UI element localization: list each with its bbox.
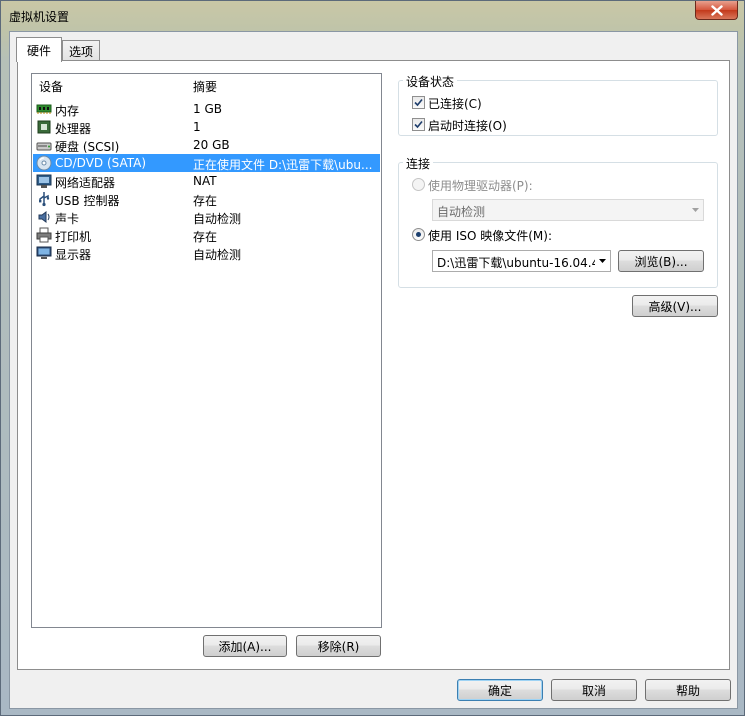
iso-image-radio[interactable] (412, 228, 425, 241)
ok-button[interactable]: 确定 (457, 679, 543, 701)
device-summary: 1 (193, 120, 201, 134)
device-list-header: 设备 摘要 (32, 74, 381, 94)
physical-drive-select[interactable]: 自动检测 (432, 199, 704, 221)
cancel-button-label: 取消 (581, 683, 606, 698)
device-summary: 自动检测 (193, 212, 242, 226)
connect-at-power-on-label[interactable]: 启动时连接(O) (428, 117, 507, 134)
browse-button-label: 浏览(B)... (634, 254, 688, 269)
remove-hardware-button[interactable]: 移除(R) (296, 635, 381, 657)
checkmark-icon (414, 98, 423, 107)
memory-icon (36, 104, 52, 114)
radio-selected-dot (416, 232, 421, 237)
sound-card-icon (38, 211, 50, 223)
device-name: 内存 (55, 104, 80, 118)
iso-image-label[interactable]: 使用 ISO 映像文件(M): (428, 227, 552, 244)
cd-dvd-icon (36, 155, 52, 171)
help-button-label: 帮助 (675, 683, 700, 698)
device-summary: NAT (193, 174, 217, 188)
device-name: 显示器 (55, 248, 92, 262)
remove-button-label: 移除(R) (317, 639, 360, 654)
device-row-usb-controller[interactable]: USB 控制器 存在 (33, 190, 380, 208)
iso-path-combobox[interactable]: D:\迅雷下载\ubuntu-16.04.4 (432, 250, 611, 272)
cancel-button[interactable]: 取消 (551, 679, 637, 701)
device-row-cd-dvd[interactable]: CD/DVD (SATA) 正在使用文件 D:\迅雷下载\ubu... (33, 154, 380, 172)
device-name: 硬盘 (SCSI) (55, 140, 120, 154)
connection-title: 连接 (403, 155, 434, 172)
network-adapter-icon (36, 174, 52, 188)
harddisk-icon (36, 142, 52, 151)
usb-icon (39, 192, 50, 207)
device-summary: 自动检测 (193, 248, 242, 262)
device-row-network-adapter[interactable]: 网络适配器 NAT (33, 172, 380, 190)
tab-hardware-label: 硬件 (26, 43, 51, 58)
title-bar[interactable]: 虚拟机设置 (1, 1, 744, 31)
window-title: 虚拟机设置 (9, 10, 70, 24)
device-row-printer[interactable]: 打印机 存在 (33, 226, 380, 244)
dialog-window: 虚拟机设置 硬件 选项 设备 摘要 内存 1 GB 处理器 1 硬盘 (SCSI… (0, 0, 745, 716)
printer-icon (36, 227, 52, 243)
device-name: 网络适配器 (55, 176, 116, 190)
ok-button-label: 确定 (487, 683, 512, 698)
help-button[interactable]: 帮助 (645, 679, 731, 701)
iso-path-value: D:\迅雷下载\ubuntu-16.04.4 (437, 256, 595, 270)
tab-options[interactable]: 选项 (62, 40, 100, 62)
device-row-processor[interactable]: 处理器 1 (33, 118, 380, 136)
device-row-harddisk[interactable]: 硬盘 (SCSI) 20 GB (33, 136, 380, 154)
device-summary: 1 GB (193, 102, 222, 116)
physical-drive-radio[interactable] (412, 178, 425, 191)
checkmark-icon (414, 120, 423, 129)
physical-drive-select-value: 自动检测 (437, 205, 486, 219)
tab-options-label: 选项 (68, 45, 93, 59)
connect-at-power-on-checkbox[interactable] (412, 118, 425, 131)
device-status-title: 设备状态 (403, 73, 458, 90)
device-name: USB 控制器 (55, 194, 120, 208)
hardware-panel: 设备 摘要 内存 1 GB 处理器 1 硬盘 (SCSI) 20 GB CD/D… (17, 60, 730, 670)
display-icon (36, 246, 52, 259)
device-summary: 20 GB (193, 138, 230, 152)
device-name: 打印机 (55, 230, 92, 244)
device-row-display[interactable]: 显示器 自动检测 (33, 244, 380, 262)
connected-checkbox[interactable] (412, 96, 425, 109)
close-icon (710, 4, 723, 16)
device-list[interactable]: 设备 摘要 内存 1 GB 处理器 1 硬盘 (SCSI) 20 GB CD/D… (31, 73, 382, 628)
advanced-button[interactable]: 高级(V)... (632, 295, 718, 317)
device-row-sound-card[interactable]: 声卡 自动检测 (33, 208, 380, 226)
tab-hardware[interactable]: 硬件 (16, 37, 62, 62)
add-hardware-button[interactable]: 添加(A)... (203, 635, 287, 657)
device-name: CD/DVD (SATA) (55, 156, 147, 170)
browse-button[interactable]: 浏览(B)... (618, 250, 704, 272)
connected-label[interactable]: 已连接(C) (428, 95, 482, 112)
device-summary: 存在 (193, 230, 218, 244)
add-button-label: 添加(A)... (218, 639, 272, 654)
chevron-down-icon (692, 208, 699, 212)
processor-icon (37, 120, 51, 134)
column-header-summary[interactable]: 摘要 (193, 78, 217, 95)
device-name: 声卡 (55, 212, 80, 226)
device-summary: 正在使用文件 D:\迅雷下载\ubu... (193, 158, 373, 172)
device-summary: 存在 (193, 194, 218, 208)
column-header-device[interactable]: 设备 (39, 78, 63, 95)
device-name: 处理器 (55, 122, 92, 136)
chevron-down-icon (599, 259, 606, 263)
close-button[interactable] (695, 1, 738, 20)
device-row-memory[interactable]: 内存 1 GB (33, 100, 380, 118)
dialog-client-area: 硬件 选项 设备 摘要 内存 1 GB 处理器 1 硬盘 (SCSI) 20 G… (9, 31, 738, 709)
advanced-button-label: 高级(V)... (648, 299, 702, 314)
physical-drive-label[interactable]: 使用物理驱动器(P): (428, 177, 533, 194)
